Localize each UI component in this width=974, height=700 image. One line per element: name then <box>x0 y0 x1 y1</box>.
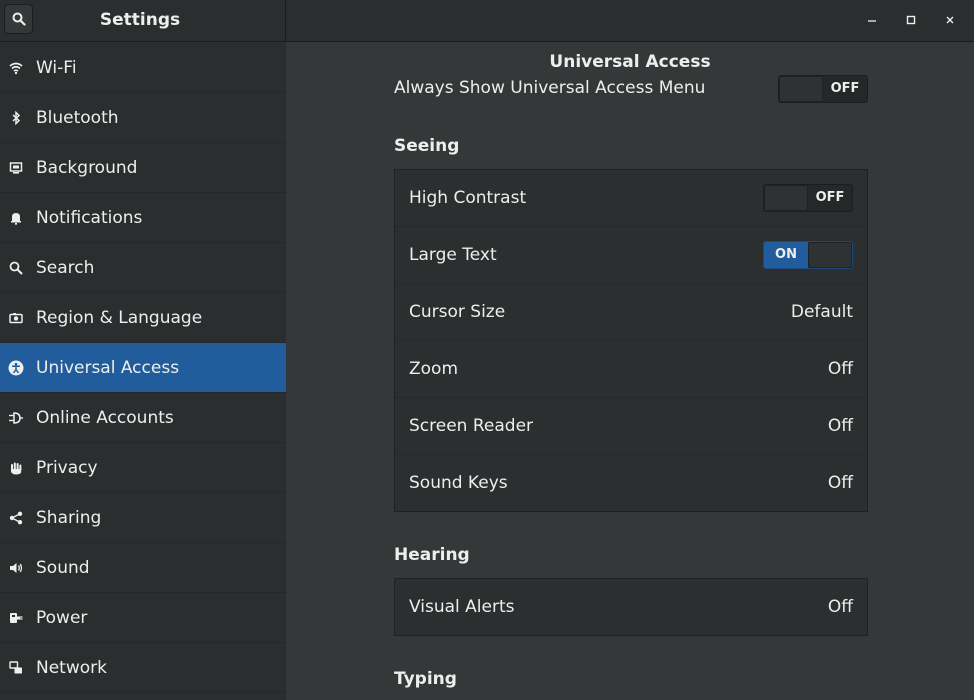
hearing-panel: Visual Alerts Off <box>394 578 868 636</box>
visual-alerts-row[interactable]: Visual Alerts Off <box>395 579 867 636</box>
row-label: Sound Keys <box>409 473 508 493</box>
main-panel: Always Show Universal Access Menu OFF Se… <box>286 42 974 700</box>
row-value: Off <box>827 416 853 436</box>
sidebar-item-sharing[interactable]: Sharing <box>0 493 286 543</box>
sidebar-item-label: Sharing <box>36 507 102 528</box>
bell-icon <box>8 210 24 226</box>
sidebar-item-label: Online Accounts <box>36 407 174 428</box>
sidebar-item-privacy[interactable]: Privacy <box>0 443 286 493</box>
sidebar-item-label: Power <box>36 607 88 628</box>
sidebar-item-label: Privacy <box>36 457 98 478</box>
screen-reader-row[interactable]: Screen Reader Off <box>395 398 867 455</box>
search-icon <box>8 260 24 276</box>
always-show-menu-switch[interactable]: OFF <box>778 75 868 103</box>
sidebar-item-label: Bluetooth <box>36 107 119 128</box>
switch-knob <box>779 76 823 102</box>
row-label: High Contrast <box>409 188 527 208</box>
typing-section-title: Typing <box>394 669 457 689</box>
sidebar-item-wifi[interactable]: Wi-Fi <box>0 43 286 93</box>
row-label: Zoom <box>409 359 459 379</box>
sidebar-item-sound[interactable]: Sound <box>0 543 286 593</box>
sidebar-item-search[interactable]: Search <box>0 243 286 293</box>
sidebar-header: Settings <box>0 0 286 41</box>
sidebar-item-notifications[interactable]: Notifications <box>0 193 286 243</box>
row-label: Visual Alerts <box>409 597 515 617</box>
minimize-icon <box>868 20 876 22</box>
sidebar-item-label: Universal Access <box>36 357 180 378</box>
hearing-section-title: Hearing <box>394 545 470 565</box>
close-button[interactable] <box>940 10 960 30</box>
camera-icon <box>8 310 24 326</box>
seeing-panel: High Contrast OFF Large Text ON Cursor S… <box>394 169 868 512</box>
speaker-icon <box>8 560 24 576</box>
row-value: Off <box>827 359 853 379</box>
search-button[interactable] <box>4 4 33 34</box>
sidebar-item-universal-access[interactable]: Universal Access <box>0 343 286 393</box>
row-label: Large Text <box>409 245 497 265</box>
row-value: Off <box>827 473 853 493</box>
bluetooth-icon <box>8 110 24 126</box>
maximize-icon <box>906 15 916 25</box>
large-text-row[interactable]: Large Text ON <box>395 227 867 284</box>
sidebar-item-label: Search <box>36 257 95 278</box>
search-icon <box>12 12 26 26</box>
sidebar-item-label: Network <box>36 657 107 678</box>
minimize-button[interactable] <box>862 10 882 30</box>
hand-icon <box>8 460 24 476</box>
high-contrast-switch[interactable]: OFF <box>763 184 853 212</box>
sidebar-item-label: Background <box>36 157 138 178</box>
sidebar-item-label: Wi-Fi <box>36 57 77 78</box>
sidebar-item-online-accounts[interactable]: Online Accounts <box>0 393 286 443</box>
background-icon <box>8 160 24 176</box>
sidebar-item-label: Sound <box>36 557 90 578</box>
switch-state: ON <box>775 247 797 262</box>
header-bar: Settings Universal Access <box>0 0 974 72</box>
row-value: Default <box>790 302 853 322</box>
sidebar-item-network[interactable]: Network <box>0 643 286 693</box>
sidebar-item-label: Region & Language <box>36 307 203 328</box>
row-value: Off <box>827 597 853 617</box>
sidebar-item-label: Notifications <box>36 207 143 228</box>
sound-keys-row[interactable]: Sound Keys Off <box>395 455 867 512</box>
sidebar-item-bluetooth[interactable]: Bluetooth <box>0 93 286 143</box>
sidebar: Wi-Fi Bluetooth Background Notifications… <box>0 42 286 700</box>
seeing-section-title: Seeing <box>394 136 460 156</box>
maximize-button[interactable] <box>901 10 921 30</box>
sidebar-item-region-language[interactable]: Region & Language <box>0 293 286 343</box>
sidebar-item-power[interactable]: Power <box>0 593 286 643</box>
cursor-size-row[interactable]: Cursor Size Default <box>395 284 867 341</box>
close-icon <box>946 16 954 24</box>
switch-knob <box>764 185 808 211</box>
sidebar-item-background[interactable]: Background <box>0 143 286 193</box>
switch-state: OFF <box>815 190 845 205</box>
accessibility-icon <box>8 360 24 376</box>
wifi-icon <box>8 60 24 76</box>
share-icon <box>8 510 24 526</box>
switch-knob <box>808 242 852 268</box>
switch-state: OFF <box>830 81 860 96</box>
high-contrast-row[interactable]: High Contrast OFF <box>395 170 867 227</box>
row-label: Cursor Size <box>409 302 506 322</box>
zoom-row[interactable]: Zoom Off <box>395 341 867 398</box>
power-plug-icon <box>8 610 24 626</box>
row-label: Screen Reader <box>409 416 534 436</box>
sidebar-title: Settings <box>99 10 181 30</box>
network-icon <box>8 660 24 676</box>
large-text-switch[interactable]: ON <box>763 241 853 269</box>
online-accounts-icon <box>8 410 24 426</box>
always-show-menu-label: Always Show Universal Access Menu <box>394 78 706 98</box>
